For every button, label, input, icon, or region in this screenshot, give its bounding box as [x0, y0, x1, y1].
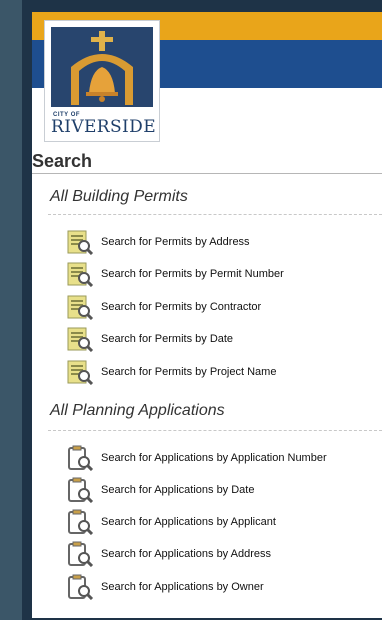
link-label: Search for Applications by Address	[101, 548, 271, 560]
clipboard-search-icon	[66, 477, 94, 504]
clipboard-search-icon	[66, 445, 94, 472]
link-label: Search for Applications by Application N…	[101, 452, 327, 464]
document-search-icon	[66, 359, 94, 386]
bell-icon	[51, 27, 153, 107]
document-search-icon	[66, 326, 94, 353]
link-apps-by-address[interactable]: Search for Applications by Address	[66, 541, 271, 568]
document-search-icon	[66, 261, 94, 288]
clipboard-search-icon	[66, 509, 94, 536]
link-apps-by-date[interactable]: Search for Applications by Date	[66, 477, 255, 504]
building-permits-divider	[48, 214, 382, 215]
section-title: Search	[32, 151, 93, 171]
link-permits-by-project-name[interactable]: Search for Permits by Project Name	[66, 359, 277, 386]
clipboard-search-icon	[66, 541, 94, 568]
document-search-icon	[66, 229, 94, 256]
section-divider	[32, 173, 382, 174]
page-content: CITY OF RIVERSIDE Search All Building Pe…	[32, 12, 382, 618]
logo-name: RIVERSIDE	[51, 117, 157, 137]
link-label: Search for Permits by Address	[101, 236, 250, 248]
link-permits-by-permit-number[interactable]: Search for Permits by Permit Number	[66, 261, 284, 288]
link-label: Search for Permits by Date	[101, 333, 234, 345]
planning-applications-divider	[48, 430, 382, 431]
link-apps-by-application-number[interactable]: Search for Applications by Application N…	[66, 445, 327, 472]
link-permits-by-date[interactable]: Search for Permits by Date	[66, 326, 234, 353]
link-label: Search for Permits by Permit Number	[101, 268, 284, 280]
link-label: Search for Permits by Project Name	[101, 366, 277, 378]
link-apps-by-owner[interactable]: Search for Applications by Owner	[66, 574, 264, 601]
link-label: Search for Applications by Owner	[101, 581, 264, 593]
link-permits-by-address[interactable]: Search for Permits by Address	[66, 229, 250, 256]
link-apps-by-applicant[interactable]: Search for Applications by Applicant	[66, 509, 276, 536]
planning-applications-heading: All Planning Applications	[50, 402, 225, 419]
link-label: Search for Applications by Applicant	[101, 516, 276, 528]
document-search-icon	[66, 294, 94, 321]
city-logo[interactable]: CITY OF RIVERSIDE	[44, 20, 160, 142]
link-label: Search for Applications by Date	[101, 484, 255, 496]
clipboard-search-icon	[66, 574, 94, 601]
link-permits-by-contractor[interactable]: Search for Permits by Contractor	[66, 294, 262, 321]
building-permits-heading: All Building Permits	[50, 188, 188, 205]
link-label: Search for Permits by Contractor	[101, 301, 262, 313]
